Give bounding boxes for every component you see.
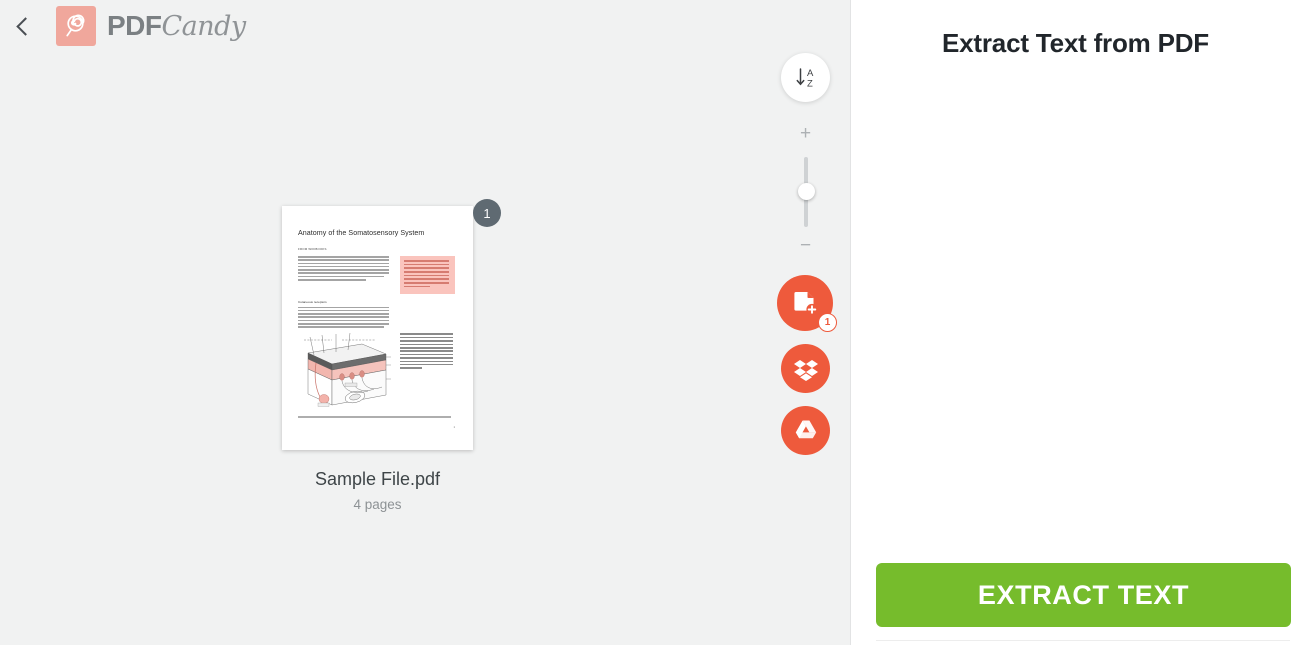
skin-cross-section-figure — [298, 333, 393, 411]
lollipop-candy-icon — [56, 6, 96, 46]
google-drive-button[interactable] — [781, 406, 830, 455]
tool-panel: Extract Text from PDF EXTRACT TEXT — [851, 0, 1300, 645]
workspace-panel: PDF Candy Anatomy of the Somatosensory S… — [0, 0, 851, 645]
zoom-slider[interactable] — [797, 157, 815, 227]
extract-text-button[interactable]: EXTRACT TEXT — [876, 563, 1291, 627]
google-drive-icon — [795, 420, 816, 438]
thumbnail-document-preview: Anatomy of the Somatosensory System FROM… — [282, 206, 473, 429]
document-author: FROM WIKIBOOKS — [298, 247, 327, 251]
document-plus-icon — [794, 292, 818, 316]
document-title: Anatomy of the Somatosensory System — [298, 229, 425, 237]
zoom-out-button[interactable]: − — [781, 236, 830, 255]
document-footnote — [298, 416, 457, 418]
panel-divider — [876, 640, 1290, 641]
dropbox-icon — [793, 359, 818, 381]
pdfcandy-logo[interactable]: PDF Candy — [56, 6, 246, 46]
file-page-count: 4 pages — [353, 497, 402, 512]
logo-text-candy: Candy — [161, 11, 247, 42]
svg-text:A: A — [807, 68, 814, 79]
svg-text:Z: Z — [807, 78, 813, 89]
document-section-heading: Cutaneous receptors — [298, 299, 327, 304]
pdfcandy-app: PDF Candy Anatomy of the Somatosensory S… — [0, 0, 1300, 645]
pdf-thumbnail[interactable]: Anatomy of the Somatosensory System FROM… — [282, 206, 473, 450]
logo-text-pdf: PDF — [107, 10, 162, 41]
tool-rail: A Z + − 1 — [777, 0, 837, 645]
chevron-left-icon — [15, 16, 35, 36]
document-callout-box — [400, 256, 455, 294]
zoom-in-button[interactable]: + — [781, 124, 830, 143]
page-title: Extract Text from PDF — [942, 28, 1209, 58]
back-button[interactable] — [0, 0, 46, 52]
document-body-text-2 — [298, 306, 393, 330]
sort-az-button[interactable]: A Z — [781, 53, 830, 102]
document-page-number: 1 — [453, 424, 455, 429]
sort-az-icon: A Z — [796, 68, 814, 89]
file-name: Sample File.pdf — [314, 469, 441, 489]
add-file-count-badge: 1 — [818, 313, 837, 332]
dropbox-button[interactable] — [781, 344, 830, 393]
add-file-button[interactable]: 1 — [777, 275, 837, 332]
figure-caption — [400, 333, 455, 411]
page-count-badge: 1 — [473, 199, 501, 227]
app-header: PDF Candy — [0, 0, 851, 52]
zoom-slider-thumb[interactable] — [797, 183, 815, 200]
file-card: Anatomy of the Somatosensory System FROM… — [282, 199, 501, 512]
document-body-text — [298, 256, 393, 294]
